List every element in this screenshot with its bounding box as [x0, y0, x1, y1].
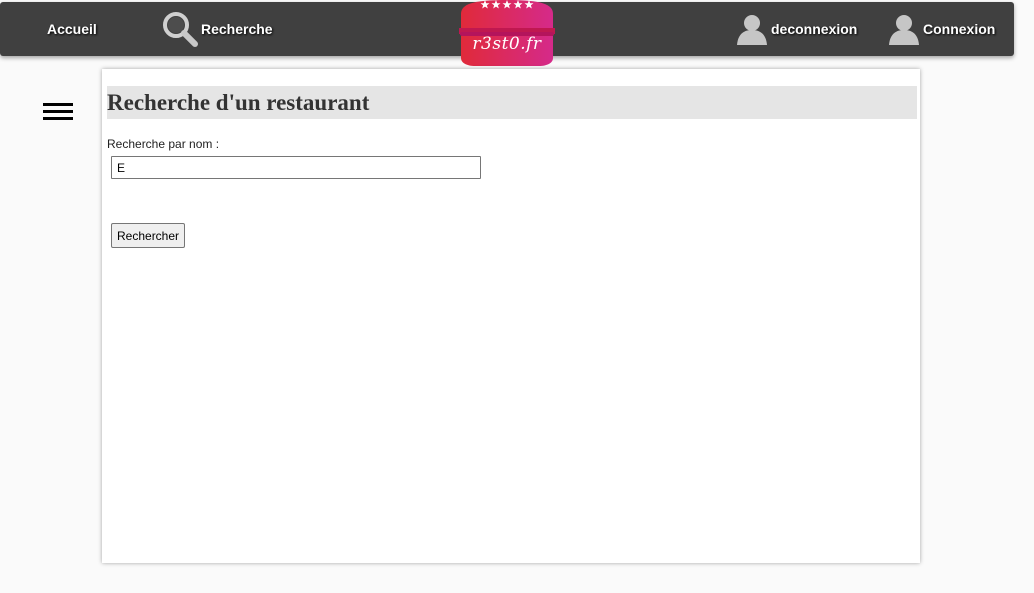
user-icon [887, 12, 921, 46]
nav-link-deconnexion[interactable]: deconnexion [735, 2, 857, 56]
nav-link-connexion[interactable]: Connexion [887, 2, 995, 56]
nav-recherche-label: Recherche [201, 21, 273, 37]
search-icon [161, 10, 199, 48]
page-title: Recherche d'un restaurant [107, 86, 917, 119]
search-by-name-label: Recherche par nom : [107, 137, 220, 151]
search-name-input[interactable] [111, 156, 481, 179]
hamburger-menu-icon[interactable] [43, 103, 73, 120]
main-panel: Recherche d'un restaurant Recherche par … [102, 69, 920, 563]
nav-accueil-label: Accueil [47, 21, 97, 37]
user-icon [735, 12, 769, 46]
nav-deconnexion-label: deconnexion [771, 21, 858, 37]
nav-connexion-label: Connexion [923, 21, 996, 37]
site-logo[interactable]: r3st0.fr [459, 0, 555, 66]
logo-text: r3st0.fr [472, 34, 542, 54]
burger-logo-icon [459, 0, 555, 66]
search-submit-button[interactable]: Rechercher [111, 223, 186, 248]
nav-link-accueil[interactable]: Accueil [47, 2, 97, 56]
nav-link-recherche[interactable]: Recherche [161, 2, 273, 56]
